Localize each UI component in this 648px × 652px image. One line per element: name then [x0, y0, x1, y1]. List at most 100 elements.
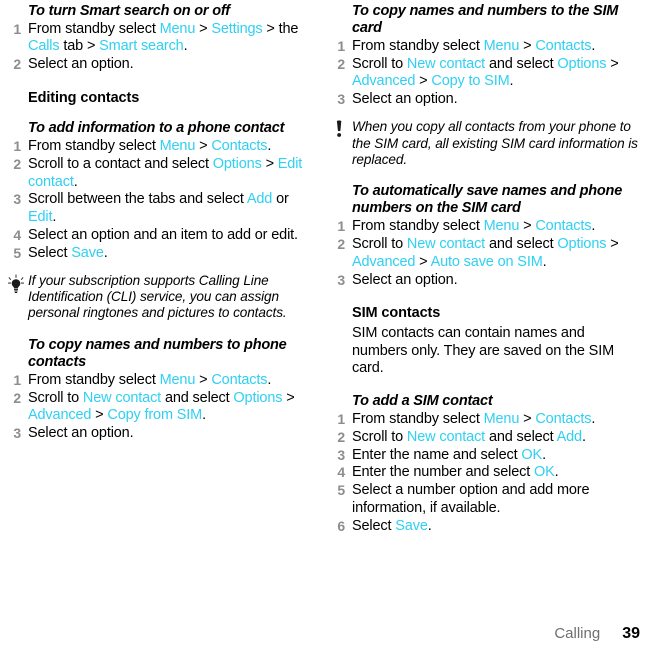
procedure-step: From standby select Menu > Contacts. — [6, 371, 312, 390]
step-text: and select — [485, 55, 558, 72]
procedure-step: From standby select Menu > Settings > th… — [6, 21, 312, 56]
ui-term: Options — [233, 389, 283, 406]
steps-smart-search: From standby select Menu > Settings > th… — [6, 21, 312, 74]
step-text: and select — [485, 236, 558, 253]
tip-note: If your subscription supports Calling Li… — [6, 273, 312, 322]
step-text: From standby select — [28, 371, 160, 388]
exclamation-icon — [330, 120, 350, 142]
step-text: Enter the number and select — [352, 464, 534, 481]
steps-add-sim-contact: From standby select Menu > Contacts. Scro… — [330, 410, 642, 536]
procedure-heading-add-information: To add information to a phone contact — [28, 120, 285, 137]
step-text: Select a number option and add more info… — [352, 482, 590, 516]
warning-note: When you copy all contacts from your pho… — [330, 119, 642, 168]
ui-term: New contact — [406, 236, 486, 253]
procedure-step: From standby select Menu > Contacts. — [330, 218, 642, 236]
step-text: > — [282, 389, 295, 406]
tip-note-text: If your subscription supports Calling Li… — [28, 272, 287, 321]
section-heading-editing-contacts: Editing contacts — [28, 90, 140, 107]
step-text: . — [52, 208, 57, 225]
ui-term: Menu — [159, 21, 196, 37]
step-text: > — [606, 236, 619, 253]
step-text: > the — [262, 21, 299, 37]
steps-copy-to-phone: From standby select Menu > Contacts. Scro… — [6, 372, 312, 443]
procedure-step: From standby select Menu > Contacts. — [330, 38, 642, 56]
step-text: . — [591, 410, 596, 427]
page-footer: Calling 39 — [0, 625, 648, 643]
procedure-step: From standby select Menu > Contacts. — [6, 138, 312, 156]
procedure-step: Scroll to New contact and select Options… — [6, 390, 312, 425]
ui-term: Auto save on SIM — [430, 253, 543, 270]
ui-term: Menu — [159, 371, 196, 388]
section-body-sim-contacts: SIM contacts can contain names and numbe… — [352, 325, 615, 377]
ui-term: Save — [71, 244, 104, 261]
step-text: . — [591, 38, 596, 54]
lightbulb-icon — [6, 274, 26, 296]
procedure-heading-copy-to-sim: To copy names and numbers to the SIM car… — [352, 3, 619, 36]
warning-note-text: When you copy all contacts from your pho… — [352, 119, 638, 167]
step-text: . — [267, 138, 272, 155]
footer-page-number: 39 — [622, 625, 640, 642]
step-text: > — [91, 407, 108, 424]
step-text: . — [542, 253, 547, 270]
step-text: Select an option. — [28, 56, 134, 73]
ui-term: Menu — [159, 138, 196, 155]
left-column: To turn Smart search on or off From stan… — [0, 0, 324, 443]
step-text: > — [519, 38, 536, 54]
procedure-step: Select an option. — [6, 425, 312, 443]
step-text: . — [427, 517, 432, 534]
step-text: or — [272, 191, 289, 208]
ui-term: Advanced — [352, 73, 416, 90]
step-text: Scroll to a contact and select — [28, 156, 213, 173]
ui-term: OK — [521, 446, 543, 463]
procedure-step: Scroll to New contact and select Add. — [330, 428, 642, 447]
step-text: > — [195, 138, 212, 155]
ui-term: New contact — [82, 389, 162, 406]
ui-term: New contact — [406, 55, 486, 72]
ui-term: Add — [556, 428, 583, 445]
ui-term: Copy to SIM — [431, 73, 510, 90]
steps-copy-to-sim: From standby select Menu > Contacts. Scro… — [330, 38, 642, 109]
ui-term: Options — [212, 156, 262, 173]
ui-term: Calls — [28, 38, 60, 55]
procedure-heading-add-sim-contact: To add a SIM contact — [352, 392, 493, 409]
procedure-step: Select an option. — [330, 272, 642, 290]
step-text: Select — [28, 244, 72, 261]
step-text: Scroll to — [28, 389, 83, 406]
ui-term: Menu — [483, 38, 520, 54]
procedure-step: Scroll to New contact and select Options… — [330, 56, 642, 91]
procedure-step: Select an option. — [330, 91, 642, 109]
procedure-step: Enter the name and select OK. — [330, 446, 642, 465]
step-text: Scroll to — [352, 236, 407, 253]
step-text: From standby select — [28, 21, 160, 37]
ui-term: Options — [557, 55, 607, 72]
procedure-heading-copy-to-phone: To copy names and numbers to phone conta… — [28, 336, 287, 370]
ui-term: Menu — [483, 218, 520, 235]
procedure-step: From standby select Menu > Contacts. — [330, 410, 642, 429]
procedure-step: Select a number option and add more info… — [330, 482, 642, 517]
ui-term: OK — [534, 464, 555, 481]
step-text: and select — [485, 428, 557, 445]
section-heading-sim-contacts: SIM contacts — [352, 305, 441, 322]
step-text: > — [195, 21, 212, 37]
procedure-step: Scroll to a contact and select Options >… — [6, 156, 312, 191]
step-text: > — [519, 218, 536, 235]
step-text: > — [195, 371, 212, 388]
procedure-step: Enter the number and select OK. — [330, 464, 642, 482]
step-text: Select an option and an item to add or e… — [28, 226, 298, 243]
step-text: > — [519, 410, 536, 427]
ui-term: Contacts — [535, 218, 592, 235]
procedure-step: Select Save. — [6, 244, 312, 263]
ui-term: New contact — [406, 428, 486, 445]
step-text: . — [554, 464, 559, 481]
ui-term: Advanced — [28, 407, 92, 424]
ui-term: Settings — [211, 21, 263, 37]
step-text: Scroll to — [352, 428, 407, 445]
procedure-step: Scroll between the tabs and select Add o… — [6, 191, 312, 226]
step-text: From standby select — [28, 138, 160, 155]
procedure-step: Scroll to New contact and select Options… — [330, 236, 642, 271]
step-text: . — [202, 407, 207, 424]
step-text: . — [103, 244, 108, 261]
procedure-step: Select Save. — [330, 517, 642, 536]
step-text: Enter the name and select — [352, 446, 522, 463]
procedure-heading-auto-save: To automatically save names and phone nu… — [352, 183, 623, 217]
